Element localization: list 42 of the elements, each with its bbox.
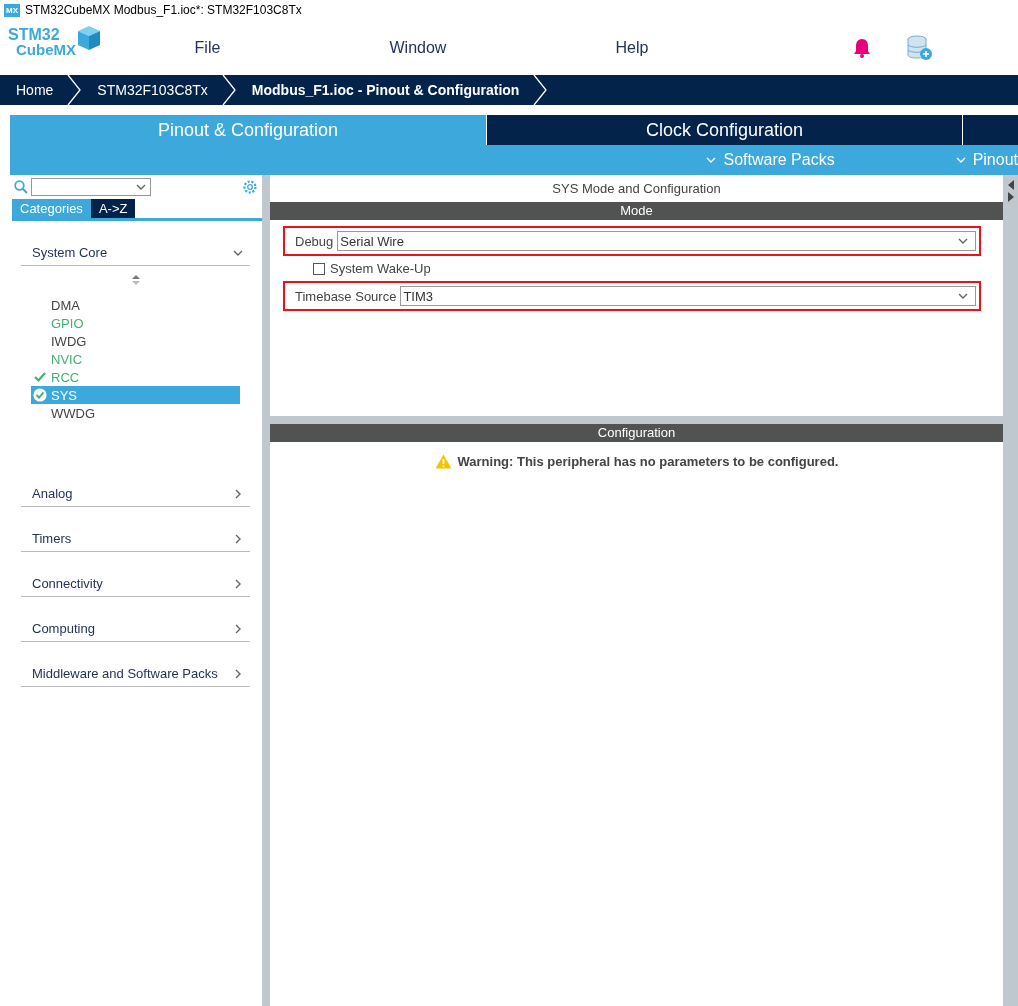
logo-text: STM32 (8, 26, 61, 42)
chevron-right-icon (533, 75, 548, 105)
menu-item[interactable]: Window (383, 37, 453, 58)
field-label: Timebase Source (295, 288, 397, 304)
panel-title: SYS Mode and Configuration (551, 180, 722, 198)
bell-icon[interactable] (853, 37, 871, 58)
category-header[interactable]: Connectivity (21, 562, 250, 597)
peripheral-item[interactable]: DMA (31, 296, 240, 314)
warning-icon (434, 454, 452, 469)
section-header: Configuration (270, 424, 1003, 442)
breadcrumb-item[interactable]: Home (0, 75, 82, 105)
logo-text: CubeMX (15, 41, 76, 57)
breadcrumb-item[interactable]: STM32F103C8Tx (81, 75, 236, 105)
settings-icon[interactable] (242, 179, 258, 195)
category-header[interactable]: System Core (21, 231, 250, 266)
warning-text: Warning: This peripheral has no parameters to be configured. (457, 454, 839, 469)
peripheral-item[interactable]: IWDG (31, 332, 240, 350)
view-tab[interactable]: A->Z (90, 199, 136, 218)
search-icon (14, 180, 28, 194)
field-label: Debug (295, 233, 334, 249)
collapse-arrows-icon[interactable] (1006, 179, 1015, 203)
menu-item[interactable]: Help (609, 37, 655, 58)
checkbox[interactable]: System Wake-Up (283, 260, 981, 277)
sort-icon[interactable] (131, 274, 140, 286)
dropdown-field[interactable]: Serial Wire (337, 231, 976, 251)
window-title: STM32CubeMX Modbus_F1.ioc*: STM32F103C8Tx (25, 3, 302, 17)
section-header: Mode (270, 202, 1003, 220)
category-header[interactable]: Computing (21, 607, 250, 642)
tab[interactable]: Clock Configuration (486, 115, 962, 145)
chevron-right-icon (221, 75, 236, 105)
menu-item[interactable]: File (188, 37, 227, 58)
database-icon[interactable] (907, 34, 933, 61)
app-badge: MX (4, 3, 20, 17)
chevron-right-icon (67, 75, 82, 105)
dropdown-field[interactable]: TIM3 (400, 286, 976, 306)
cube-icon (77, 24, 101, 51)
category-header[interactable]: Middleware and Software Packs (21, 652, 250, 687)
breadcrumb-item[interactable]: Modbus_F1.ioc - Pinout & Configuration (235, 75, 548, 105)
search-field[interactable] (31, 178, 151, 196)
category-header[interactable]: Timers (21, 517, 250, 552)
category-header[interactable]: Analog (21, 472, 250, 507)
peripheral-item[interactable]: WWDG (31, 404, 240, 422)
